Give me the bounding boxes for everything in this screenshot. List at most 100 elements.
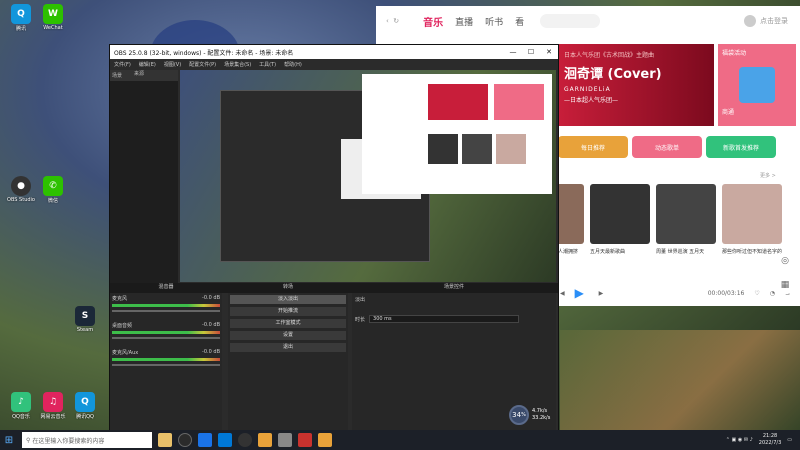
song-card[interactable] — [590, 184, 650, 244]
obs-taskbar-icon[interactable] — [238, 433, 252, 447]
desktop-icon-weixin[interactable]: ✆ 微信 — [36, 176, 70, 204]
refresh-icon[interactable]: ↻ — [393, 17, 399, 25]
menu-scene-collection[interactable]: 场景集合(S) — [224, 61, 251, 68]
taskbar-app[interactable] — [158, 433, 172, 447]
menu-help[interactable]: 帮助(H) — [284, 61, 302, 68]
song-card-label: 那些你听过但不知道名字的歌 — [722, 249, 782, 255]
download-speed: 33.2k/s — [532, 415, 551, 421]
upload-speed: 4.7k/s — [532, 408, 548, 414]
obs-icon: ● — [11, 176, 31, 196]
minimize-icon[interactable]: — — [504, 48, 522, 56]
exit-button[interactable]: 退出 — [230, 343, 346, 352]
tab-audiobook[interactable]: 听书 — [485, 15, 503, 28]
tab-live[interactable]: 直播 — [455, 15, 473, 28]
volume-icon[interactable]: ◔ — [770, 290, 775, 297]
fab-button[interactable]: ▦ — [776, 276, 794, 294]
menu-file[interactable]: 文件(F) — [114, 61, 131, 68]
network-gauge[interactable]: 34% 4.7k/s 33.2k/s — [509, 404, 559, 426]
song-card[interactable] — [656, 184, 716, 244]
playback-time: 00:00/03:16 — [707, 289, 745, 297]
windows-start-icon[interactable]: ⊞ — [0, 435, 18, 446]
desktop-icon-steam[interactable]: S Steam — [68, 306, 102, 333]
heart-icon[interactable]: ♡ — [754, 290, 759, 297]
pill-new-songs[interactable]: 新歌首发推荐 — [706, 136, 776, 158]
music-banner[interactable]: 日本人气乐团《古术回战》主题曲 洄奇谭 (Cover) GARNIDELiA —… — [558, 44, 714, 126]
obs-menubar: 文件(F) 编辑(E) 视图(V) 配置文件(P) 场景集合(S) 工具(T) … — [110, 59, 558, 69]
tray-icons[interactable]: ⌃ ▣ ◉ ✉ ♪ — [726, 437, 753, 443]
mixer-channel: 桌面音频 -0.0 dB — [112, 322, 220, 339]
grid-icon: ▦ — [780, 280, 790, 290]
obs-titlebar[interactable]: OBS 25.0.8 (32-bit, windows) - 配置文件: 未命名… — [110, 45, 558, 59]
taskbar-search-input[interactable]: ⚲ 在这里输入你要搜索的内容 — [22, 432, 152, 448]
play-icon[interactable]: ▶ — [575, 286, 589, 300]
nested-music-window — [362, 74, 552, 194]
more-link[interactable]: 更多 > — [760, 172, 776, 179]
desktop-icon-obs[interactable]: ● OBS Studio — [4, 176, 38, 203]
gift-icon — [739, 67, 775, 103]
promo-card[interactable]: 福袋活动 商通 — [718, 44, 796, 126]
back-icon[interactable]: ‹ — [386, 17, 389, 25]
song-card[interactable] — [556, 184, 584, 244]
desktop-icon-qq2[interactable]: Q 腾讯QQ — [68, 392, 102, 420]
menu-view[interactable]: 视图(V) — [164, 61, 181, 68]
duration-label: 时长 — [355, 316, 366, 323]
mixer-channel: 麦克风/Aux -0.0 dB — [112, 349, 220, 366]
system-tray: ⌃ ▣ ◉ ✉ ♪ 21:28 2022/7/3 ▭ — [726, 433, 800, 447]
settings-button[interactable]: 设置 — [230, 331, 346, 340]
fab-button[interactable]: ◎ — [776, 252, 794, 270]
prev-icon[interactable]: ◀ — [560, 290, 565, 297]
studio-mode-button[interactable]: 工作室模式 — [230, 319, 346, 328]
qq-icon: Q — [11, 4, 31, 24]
tab-music[interactable]: 音乐 — [423, 14, 443, 29]
close-icon[interactable]: ✕ — [540, 48, 558, 56]
search-icon: ⚲ — [26, 436, 31, 444]
song-card[interactable] — [722, 184, 782, 244]
menu-edit[interactable]: 编辑(E) — [139, 61, 156, 68]
edge-icon[interactable] — [218, 433, 232, 447]
desktop-icon-wechat[interactable]: W WeChat — [36, 4, 70, 31]
menu-tools[interactable]: 工具(T) — [259, 61, 276, 68]
chat-icon: ✆ — [43, 176, 63, 196]
music-top-bar: ‹ ↻ 音乐 直播 听书 看 点击登录 — [376, 6, 800, 36]
nested-card — [462, 134, 492, 164]
song-card-label: 五月天最新歌曲 — [590, 249, 626, 255]
mixer-channel: 麦克风 -0.0 dB — [112, 295, 220, 312]
duration-input[interactable]: 300 ms — [369, 315, 520, 323]
taskbar-clock[interactable]: 21:28 2022/7/3 — [759, 433, 781, 447]
desktop-icon-qqmusic[interactable]: ♪ QQ音乐 — [4, 392, 38, 420]
notification-icon[interactable]: ▭ — [787, 437, 792, 443]
menu-profile[interactable]: 配置文件(P) — [189, 61, 216, 68]
taskbar-app[interactable] — [258, 433, 272, 447]
obs-window: OBS 25.0.8 (32-bit, windows) - 配置文件: 未命名… — [109, 44, 559, 434]
next-icon[interactable]: ▶ — [599, 290, 604, 297]
wallpaper-branch — [560, 330, 800, 430]
taskbar-app[interactable] — [318, 433, 332, 447]
scene-list[interactable]: 场景 + − ∧ ∨ — [110, 70, 178, 315]
taskview-icon[interactable] — [178, 433, 192, 447]
pill-daily[interactable]: 每日推荐 — [558, 136, 628, 158]
nested-card — [496, 134, 526, 164]
level-meter — [112, 331, 220, 334]
taskbar-app[interactable] — [298, 433, 312, 447]
transition-fade-button[interactable]: 淡入淡出 — [230, 295, 346, 304]
volume-slider[interactable] — [112, 337, 220, 339]
nested-card — [428, 134, 458, 164]
volume-slider[interactable] — [112, 310, 220, 312]
music-search-input[interactable] — [540, 14, 601, 28]
chat-bubble-icon: ◎ — [781, 256, 789, 266]
taskbar-app[interactable] — [278, 433, 292, 447]
obs-preview[interactable] — [180, 70, 556, 282]
desktop-icons: Q 腾讯 W WeChat ● OBS Studio ✆ 微信 S Steam ♪ QQ音乐… — [0, 0, 110, 430]
maximize-icon[interactable]: ☐ — [522, 48, 540, 56]
desktop-icon-netease[interactable]: ♫ 网易云音乐 — [36, 392, 70, 420]
transitions-dock: 淡入淡出 开始推流 工作室模式 设置 退出 — [228, 293, 348, 433]
audio-mixer: 麦克风 -0.0 dB 桌面音频 -0.0 dB 麦克风/Aux -0.0 dB — [110, 293, 222, 433]
music-player-bar: ◀ ▶ ▶ 00:00/03:16 ♡ ◔ ≡ — [552, 280, 800, 306]
start-streaming-button[interactable]: 开始推流 — [230, 307, 346, 316]
volume-slider[interactable] — [112, 364, 220, 366]
chrome-icon[interactable] — [198, 433, 212, 447]
desktop-icon-qq[interactable]: Q 腾讯 — [4, 4, 38, 32]
tab-watch[interactable]: 看 — [515, 15, 524, 28]
pill-playlist[interactable]: 动态歌单 — [632, 136, 702, 158]
user-login[interactable]: 点击登录 — [744, 15, 788, 27]
